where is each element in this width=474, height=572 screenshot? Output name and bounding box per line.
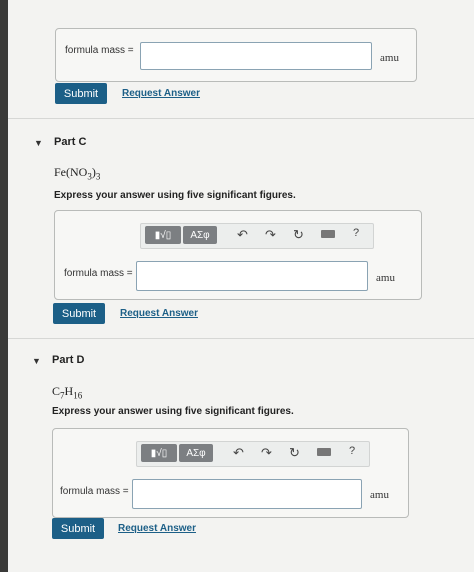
page: formula mass = amu Submit Request Answer… — [8, 0, 474, 572]
part-b-request-answer-link[interactable]: Request Answer — [122, 88, 200, 99]
screen-edge — [0, 0, 8, 572]
part-c-submit-button[interactable]: Submit — [53, 303, 105, 324]
redo-icon[interactable]: ↷ — [265, 227, 276, 243]
part-c-templates-button[interactable]: ▮√▯ — [145, 226, 181, 244]
part-d-formula-c: C — [52, 384, 61, 398]
help-icon[interactable]: ? — [353, 227, 359, 239]
part-d-title[interactable]: Part D — [52, 354, 84, 366]
part-d-unit: amu — [370, 489, 389, 501]
part-c-formula-sub2: 3 — [95, 171, 101, 182]
part-d-formula-h: H — [64, 384, 74, 398]
divider — [8, 338, 474, 339]
part-d-formula-h-sub: 16 — [73, 390, 83, 401]
part-c-field-label: formula mass = — [64, 268, 133, 279]
reset-icon[interactable]: ↻ — [293, 227, 304, 243]
part-c-symbols-button[interactable]: ΑΣφ — [183, 226, 217, 244]
part-d-symbols-button[interactable]: ΑΣφ — [179, 444, 213, 462]
part-b-formula-mass-input[interactable] — [140, 42, 372, 70]
part-d-formula-mass-input[interactable] — [132, 479, 362, 509]
part-d-field-label: formula mass = — [60, 486, 129, 497]
part-d-collapse-icon[interactable]: ▼ — [32, 356, 41, 366]
part-d-formula: C7H16 — [52, 384, 82, 400]
part-d-toolbar: ▮√▯ ΑΣφ ↶ ↷ ↻ ? — [136, 441, 370, 467]
undo-icon[interactable]: ↶ — [233, 445, 244, 461]
templates-icon: ▮√▯ — [150, 447, 168, 459]
divider — [8, 118, 474, 119]
keyboard-icon[interactable] — [321, 230, 335, 238]
part-b-field-label: formula mass = — [65, 45, 134, 56]
part-b-unit: amu — [380, 52, 399, 64]
templates-icon: ▮√▯ — [154, 229, 172, 241]
part-b-submit-button[interactable]: Submit — [55, 83, 107, 104]
part-c-request-answer-link[interactable]: Request Answer — [120, 308, 198, 319]
help-icon[interactable]: ? — [349, 445, 355, 457]
part-c-formula-main: Fe(NO — [54, 165, 88, 179]
part-c-toolbar: ▮√▯ ΑΣφ ↶ ↷ ↻ ? — [140, 223, 374, 249]
part-d-templates-button[interactable]: ▮√▯ — [141, 444, 177, 462]
part-d-instruction: Express your answer using five significa… — [52, 406, 294, 417]
keyboard-icon[interactable] — [317, 448, 331, 456]
part-d-submit-button[interactable]: Submit — [52, 518, 104, 539]
symbols-label: ΑΣφ — [190, 229, 210, 241]
part-c-collapse-icon[interactable]: ▼ — [34, 138, 43, 148]
redo-icon[interactable]: ↷ — [261, 445, 272, 461]
part-d-request-answer-link[interactable]: Request Answer — [118, 523, 196, 534]
undo-icon[interactable]: ↶ — [237, 227, 248, 243]
part-c-unit: amu — [376, 272, 395, 284]
symbols-label: ΑΣφ — [186, 447, 206, 459]
part-c-formula-mass-input[interactable] — [136, 261, 368, 291]
part-c-title[interactable]: Part C — [54, 136, 86, 148]
reset-icon[interactable]: ↻ — [289, 445, 300, 461]
part-c-formula: Fe(NO3)3 — [54, 165, 100, 181]
part-c-instruction: Express your answer using five significa… — [54, 190, 296, 201]
